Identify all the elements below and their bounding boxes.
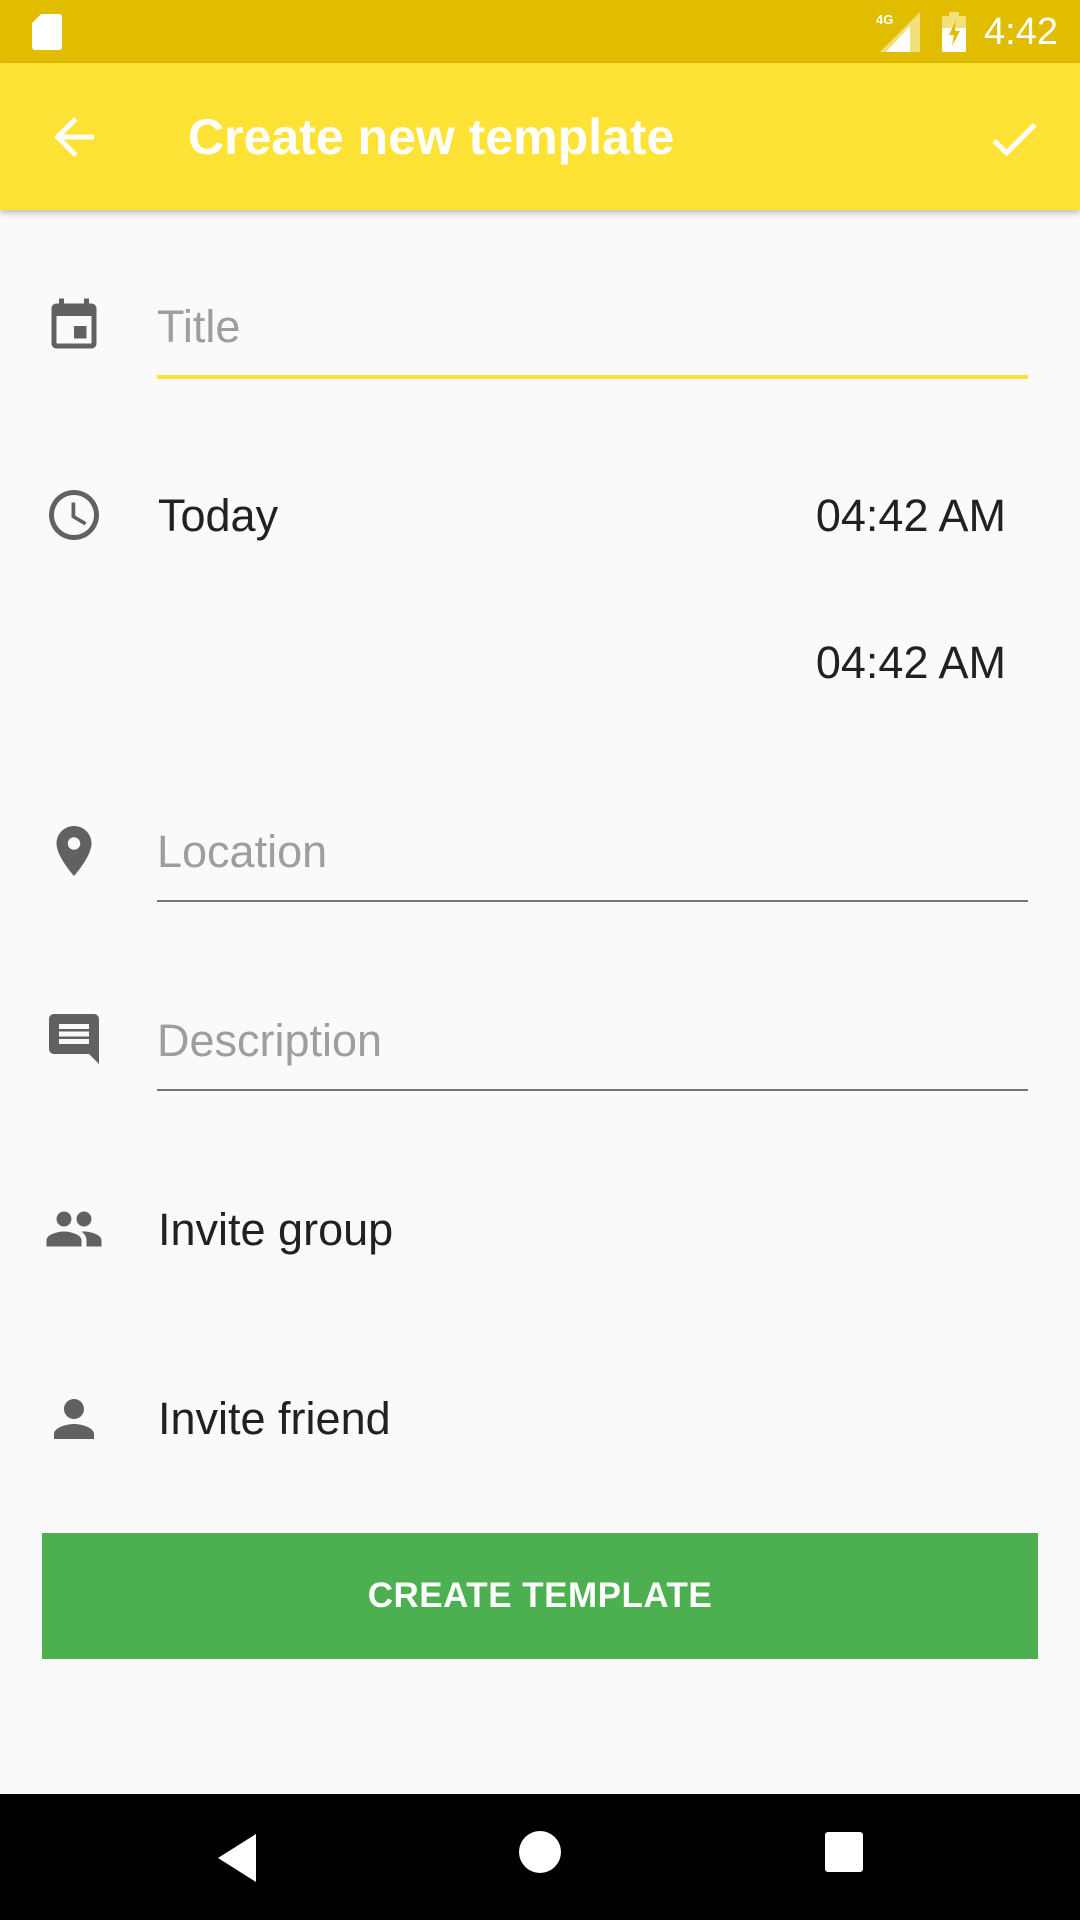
- group-icon: [44, 1199, 104, 1259]
- page-title: Create new template: [188, 109, 675, 165]
- signal-icon: 4G: [876, 12, 920, 52]
- location-underline: [157, 900, 1028, 902]
- check-icon: [992, 122, 1037, 157]
- back-button[interactable]: [44, 107, 104, 167]
- invite-friend-button[interactable]: Invite friend: [158, 1389, 391, 1449]
- system-navigation-bar: [0, 1794, 1080, 1920]
- title-input[interactable]: [157, 287, 1028, 367]
- sd-card-icon: [32, 14, 62, 50]
- location-input[interactable]: [157, 812, 1028, 892]
- network-type-label: 4G: [876, 12, 893, 27]
- clock-icon: [44, 485, 104, 545]
- person-icon: [44, 1389, 104, 1449]
- arrow-left-icon: [54, 117, 94, 157]
- app-bar: Create new template: [0, 63, 1080, 210]
- title-underline: [157, 375, 1028, 379]
- confirm-button[interactable]: [984, 109, 1044, 169]
- invite-group-button[interactable]: Invite group: [158, 1200, 393, 1260]
- location-pin-icon: [44, 821, 104, 881]
- date-selector[interactable]: Today: [158, 486, 278, 546]
- start-time-selector[interactable]: 04:42 AM: [816, 486, 1006, 546]
- nav-recents-icon[interactable]: [825, 1832, 863, 1872]
- nav-back-icon[interactable]: [214, 1830, 260, 1886]
- comment-icon: [44, 1009, 104, 1069]
- status-bar: 4G 4:42: [0, 0, 1080, 63]
- description-underline: [157, 1089, 1028, 1091]
- create-template-button[interactable]: CREATE TEMPLATE: [42, 1533, 1038, 1659]
- description-input[interactable]: [157, 1001, 1028, 1081]
- battery-icon: [942, 12, 966, 52]
- end-time-selector[interactable]: 04:42 AM: [816, 633, 1006, 693]
- status-time: 4:42: [984, 11, 1058, 53]
- calendar-icon: [44, 296, 104, 356]
- nav-home-icon[interactable]: [519, 1831, 561, 1873]
